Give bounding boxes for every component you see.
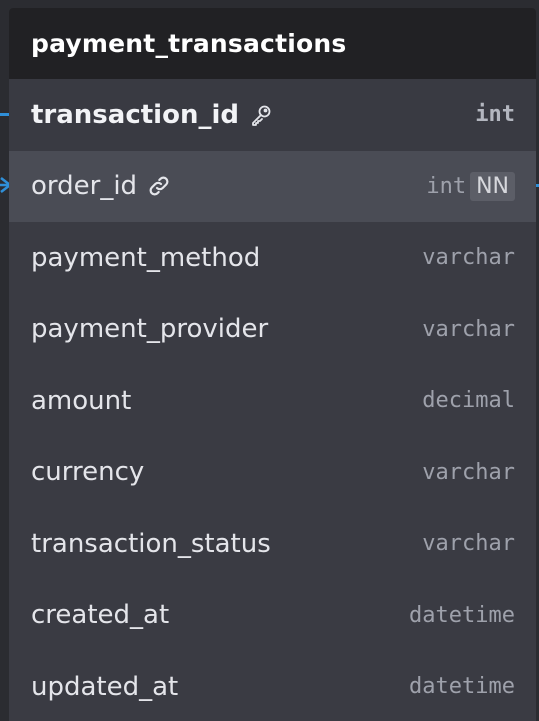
column-row-currency[interactable]: currency varchar <box>9 437 536 509</box>
column-type: int <box>475 102 515 128</box>
column-row-updated-at[interactable]: updated_at datetime <box>9 651 536 721</box>
column-type: varchar <box>422 459 515 485</box>
table-header[interactable]: payment_transactions <box>9 8 536 79</box>
column-type: varchar <box>422 245 515 271</box>
column-row-order-id[interactable]: order_id int NN <box>9 150 536 222</box>
column-type: varchar <box>422 531 515 557</box>
column-name: payment_provider <box>31 314 269 345</box>
column-type: datetime <box>409 674 515 700</box>
column-name: payment_method <box>31 242 261 273</box>
column-name: amount <box>31 385 132 416</box>
column-type: decimal <box>422 388 515 414</box>
column-row-created-at[interactable]: created_at datetime <box>9 580 536 652</box>
column-name: created_at <box>31 600 170 631</box>
column-row-payment-provider[interactable]: payment_provider varchar <box>9 294 536 366</box>
column-type: varchar <box>422 316 515 342</box>
column-name: order_id <box>31 171 138 202</box>
column-type: datetime <box>409 602 515 628</box>
key-icon <box>249 103 273 127</box>
column-name: transaction_status <box>31 528 271 559</box>
link-icon <box>147 174 171 198</box>
relation-line-pk[interactable] <box>0 113 9 116</box>
diagram-canvas: payment_transactions transaction_id int <box>0 0 539 721</box>
column-row-transaction-id[interactable]: transaction_id int <box>9 79 536 151</box>
column-name: updated_at <box>31 671 179 702</box>
table-title: payment_transactions <box>31 29 347 58</box>
column-name: currency <box>31 457 145 488</box>
table-node-payment-transactions[interactable]: payment_transactions transaction_id int <box>9 8 536 721</box>
column-row-amount[interactable]: amount decimal <box>9 365 536 437</box>
column-type: int <box>426 173 467 199</box>
column-name: transaction_id <box>31 99 239 130</box>
column-row-payment-method[interactable]: payment_method varchar <box>9 222 536 294</box>
column-row-transaction-status[interactable]: transaction_status varchar <box>9 508 536 580</box>
not-null-badge: NN <box>470 171 515 201</box>
